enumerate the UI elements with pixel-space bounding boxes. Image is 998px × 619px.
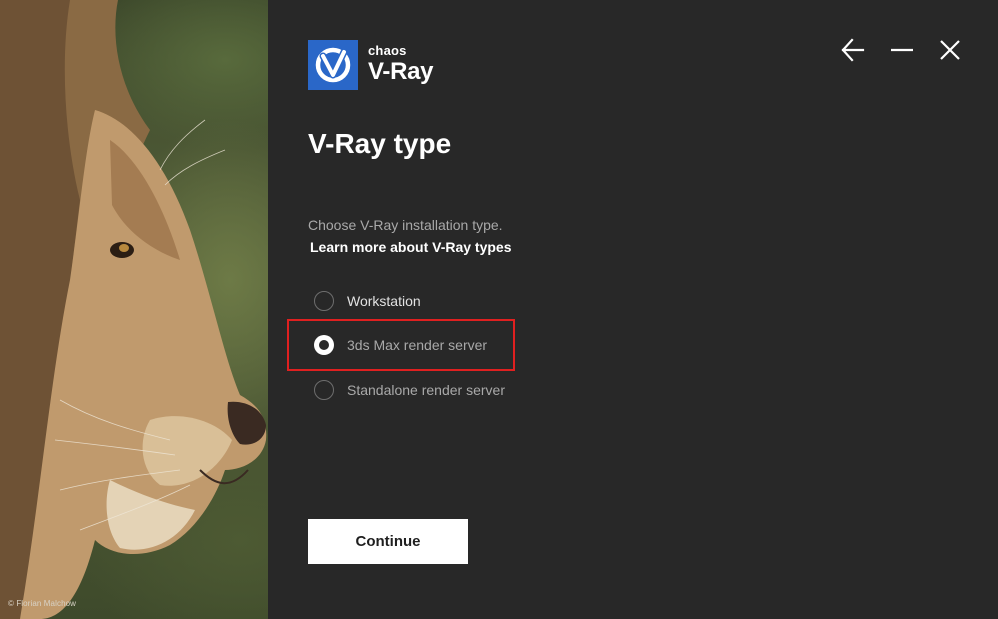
hero-image: © Florian Malchow	[0, 0, 268, 619]
continue-button[interactable]: Continue	[308, 519, 468, 564]
close-icon	[940, 40, 960, 60]
option-label: Workstation	[347, 293, 421, 309]
close-button[interactable]	[937, 37, 963, 63]
learn-more-link[interactable]: Learn more about V-Ray types	[310, 239, 512, 255]
option-3ds-max-render-server[interactable]: 3ds Max render server	[314, 332, 487, 358]
arrow-left-icon	[841, 38, 865, 62]
photo-credit: © Florian Malchow	[8, 599, 77, 608]
minimize-button[interactable]	[889, 37, 915, 63]
option-label: Standalone render server	[347, 382, 505, 398]
option-standalone-render-server[interactable]: Standalone render server	[314, 377, 505, 403]
radio-3ds-max-render-server[interactable]	[314, 335, 334, 355]
radio-standalone-render-server[interactable]	[314, 380, 334, 400]
product-name: V-Ray	[368, 58, 434, 85]
page-subtitle: Choose V-Ray installation type.	[308, 217, 503, 233]
radio-workstation[interactable]	[314, 291, 334, 311]
back-button[interactable]	[840, 37, 866, 63]
brand-name: chaos	[368, 43, 407, 58]
minimize-icon	[891, 48, 913, 52]
page-title: V-Ray type	[308, 128, 452, 159]
option-workstation[interactable]: Workstation	[314, 288, 421, 314]
option-label: 3ds Max render server	[347, 337, 488, 353]
vray-logo-icon	[308, 40, 358, 90]
lion-illustration	[0, 0, 267, 619]
